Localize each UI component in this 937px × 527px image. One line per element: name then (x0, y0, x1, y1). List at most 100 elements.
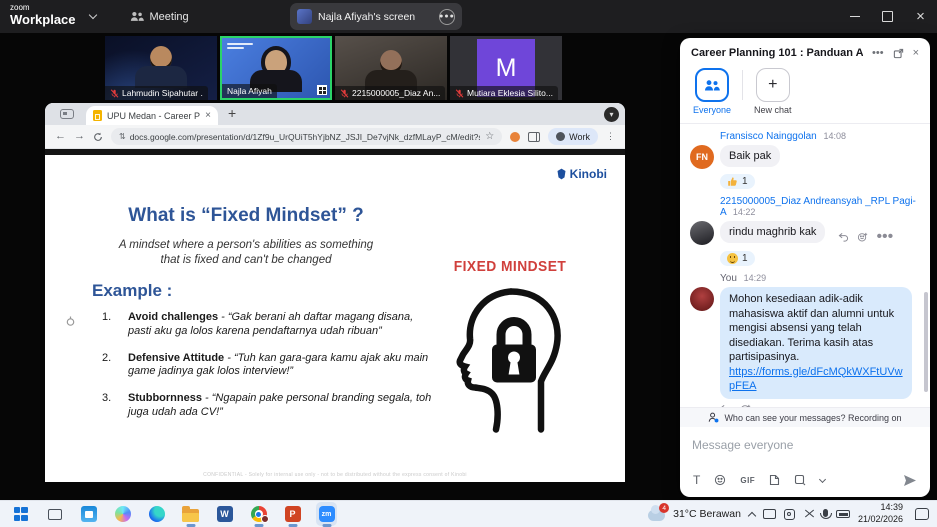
weather-text[interactable]: 31°C Berawan (673, 508, 741, 520)
send-icon[interactable] (903, 474, 917, 487)
pen-tray-icon[interactable] (803, 508, 815, 520)
reaction-chip[interactable]: 1 (720, 251, 755, 266)
slide-confidential-footer: CONFIDENTIAL - Solely for internal use o… (45, 472, 625, 478)
participant-name-badge: Najla Afiyah (222, 84, 277, 98)
more-actions-icon[interactable]: ••• (760, 404, 777, 407)
taskbar-clock[interactable]: 14:39 21/02/2026 (858, 502, 903, 525)
reaction-chip[interactable]: 1 (720, 174, 755, 189)
collapse-chevron-icon[interactable]: ▾ (604, 107, 619, 122)
muted-mic-icon (455, 89, 464, 98)
list-item-number: 1. (102, 311, 116, 339)
participant-name-badge: Mutiara Eklesia Silito... (450, 86, 558, 100)
video-tile-mutiara[interactable]: M Mutiara Eklesia Silito... (450, 36, 562, 100)
chat-close-icon[interactable]: × (913, 48, 919, 59)
edge-button[interactable] (146, 504, 167, 525)
kinobi-logo-text: Kinobi (570, 167, 607, 181)
weather-icon[interactable]: 4 (648, 510, 665, 521)
reply-icon[interactable] (838, 232, 849, 242)
hidden-icons-chevron[interactable] (748, 511, 756, 519)
close-button[interactable] (904, 0, 937, 33)
shared-chrome-window: UPU Medan - Career Planning × + ▾ ← → ⇅ … (45, 103, 625, 482)
profile-chip[interactable]: Work (548, 128, 598, 145)
pop-out-icon[interactable] (893, 48, 904, 59)
battery-tray-icon[interactable] (836, 510, 850, 518)
forward-icon[interactable]: → (74, 131, 85, 142)
bookmark-star-icon[interactable]: ☆ (485, 131, 494, 142)
browser-menu-icon[interactable]: ⋮ (606, 131, 615, 142)
tab-search-icon[interactable] (60, 109, 74, 119)
zoom-app-button[interactable]: zm (316, 504, 337, 525)
microphone-tray-icon[interactable] (823, 509, 828, 517)
url-text: docs.google.com/presentation/d/1Zf9u_UrQ… (130, 132, 480, 142)
task-view-button[interactable] (44, 504, 65, 525)
shared-screen-tab-label: Najla Afiyah's screen (318, 11, 433, 23)
extension-icon[interactable] (510, 132, 520, 142)
format-text-icon[interactable]: T (693, 473, 700, 487)
chat-message: 2215000005_Diaz Andreansyah _RPL Pagi-A … (690, 196, 920, 273)
slide-canvas: Kinobi What is “Fixed Mindset” ? A minds… (45, 155, 625, 482)
message-bubble: rindu maghrib kak (720, 221, 825, 243)
forms-link[interactable]: https://forms.gle/dFcMQkWXFtUVwpFEA (729, 366, 903, 393)
more-actions-icon[interactable]: ••• (876, 228, 893, 246)
display-tray-icon[interactable] (763, 509, 776, 519)
chat-message-list[interactable]: Fransisco Nainggolan 14:08 FN Baik pak 1… (680, 124, 930, 407)
recording-notice-text: Who can see your messages? Recording on (724, 413, 901, 423)
recorder-tray-icon[interactable] (784, 509, 795, 520)
tabs-divider (742, 70, 743, 100)
list-item-number: 2. (102, 352, 116, 380)
thumbs-up-icon (727, 176, 738, 187)
composer-toolbar: T GIF (680, 473, 930, 497)
reply-icon[interactable] (720, 404, 731, 407)
tab-close-icon[interactable]: × (205, 110, 211, 121)
message-author-row: You 14:29 (720, 273, 920, 284)
add-reaction-icon[interactable] (740, 404, 751, 407)
side-panel-icon[interactable] (528, 132, 540, 142)
windows-taskbar: W P zm 4 31°C Berawan 14:39 21/02/2026 (0, 500, 937, 527)
maximize-button[interactable] (871, 0, 904, 33)
gif-icon[interactable]: GIF (740, 476, 755, 485)
back-icon[interactable]: ← (55, 131, 66, 142)
list-item: 2. Defensive Attitude - “Tuh kan gara-ga… (102, 352, 432, 380)
chat-scrollbar[interactable] (924, 292, 928, 392)
chrome-button[interactable] (248, 504, 269, 525)
microsoft-store-button[interactable] (78, 504, 99, 525)
minimize-button[interactable] (838, 0, 871, 33)
screenshot-icon[interactable] (794, 474, 806, 486)
address-bar[interactable]: ⇅ docs.google.com/presentation/d/1Zf9u_U… (111, 128, 502, 145)
reload-icon[interactable] (93, 132, 103, 142)
chrome-profile-badge (261, 515, 269, 523)
tab-everyone[interactable]: Everyone (693, 68, 731, 115)
message-actions: ••• (720, 404, 920, 407)
notification-center-icon[interactable] (915, 508, 929, 520)
tray-time: 14:39 (880, 502, 903, 512)
message-bubble: Baik pak (720, 145, 780, 167)
word-button[interactable]: W (214, 504, 235, 525)
new-chat-button[interactable]: + New chat (754, 68, 792, 115)
screen-tab-more-icon[interactable]: ●●● (439, 9, 455, 25)
powerpoint-button[interactable]: P (282, 504, 303, 525)
start-button[interactable] (10, 504, 31, 525)
slide-subtitle: A mindset where a person's abilities as … (90, 238, 402, 268)
file-attach-icon[interactable] (769, 474, 780, 486)
browser-tab-active[interactable]: UPU Medan - Career Planning × (86, 106, 218, 125)
tab-meeting[interactable]: Meeting (130, 0, 189, 33)
copilot-button[interactable] (112, 504, 133, 525)
recording-notice[interactable]: Who can see your messages? Recording on (680, 407, 930, 427)
avatar (690, 221, 714, 245)
chat-message-self: You 14:29 Mohon kesediaan adik-adik maha… (690, 273, 920, 407)
site-settings-icon[interactable]: ⇅ (119, 132, 125, 141)
message-input[interactable] (692, 438, 918, 452)
emoji-icon[interactable] (714, 474, 726, 486)
video-tile-diaz[interactable]: 2215000005_Diaz An... (335, 36, 447, 100)
new-tab-button[interactable]: + (228, 105, 236, 121)
store-icon (81, 506, 97, 522)
add-reaction-icon[interactable] (857, 232, 868, 243)
video-tile-najla-active-speaker[interactable]: Najla Afiyah (220, 36, 332, 100)
chat-more-icon[interactable]: ••• (872, 48, 884, 59)
more-tools-chevron-icon[interactable] (819, 475, 826, 482)
google-slides-icon (93, 110, 102, 121)
workplace-dropdown-chevron-icon[interactable] (88, 11, 96, 19)
file-explorer-button[interactable] (180, 504, 201, 525)
tab-shared-screen[interactable]: Najla Afiyah's screen ●●● (290, 3, 462, 30)
video-tile-lahmudin[interactable]: Lahmudin Sipahutar . (105, 36, 217, 100)
